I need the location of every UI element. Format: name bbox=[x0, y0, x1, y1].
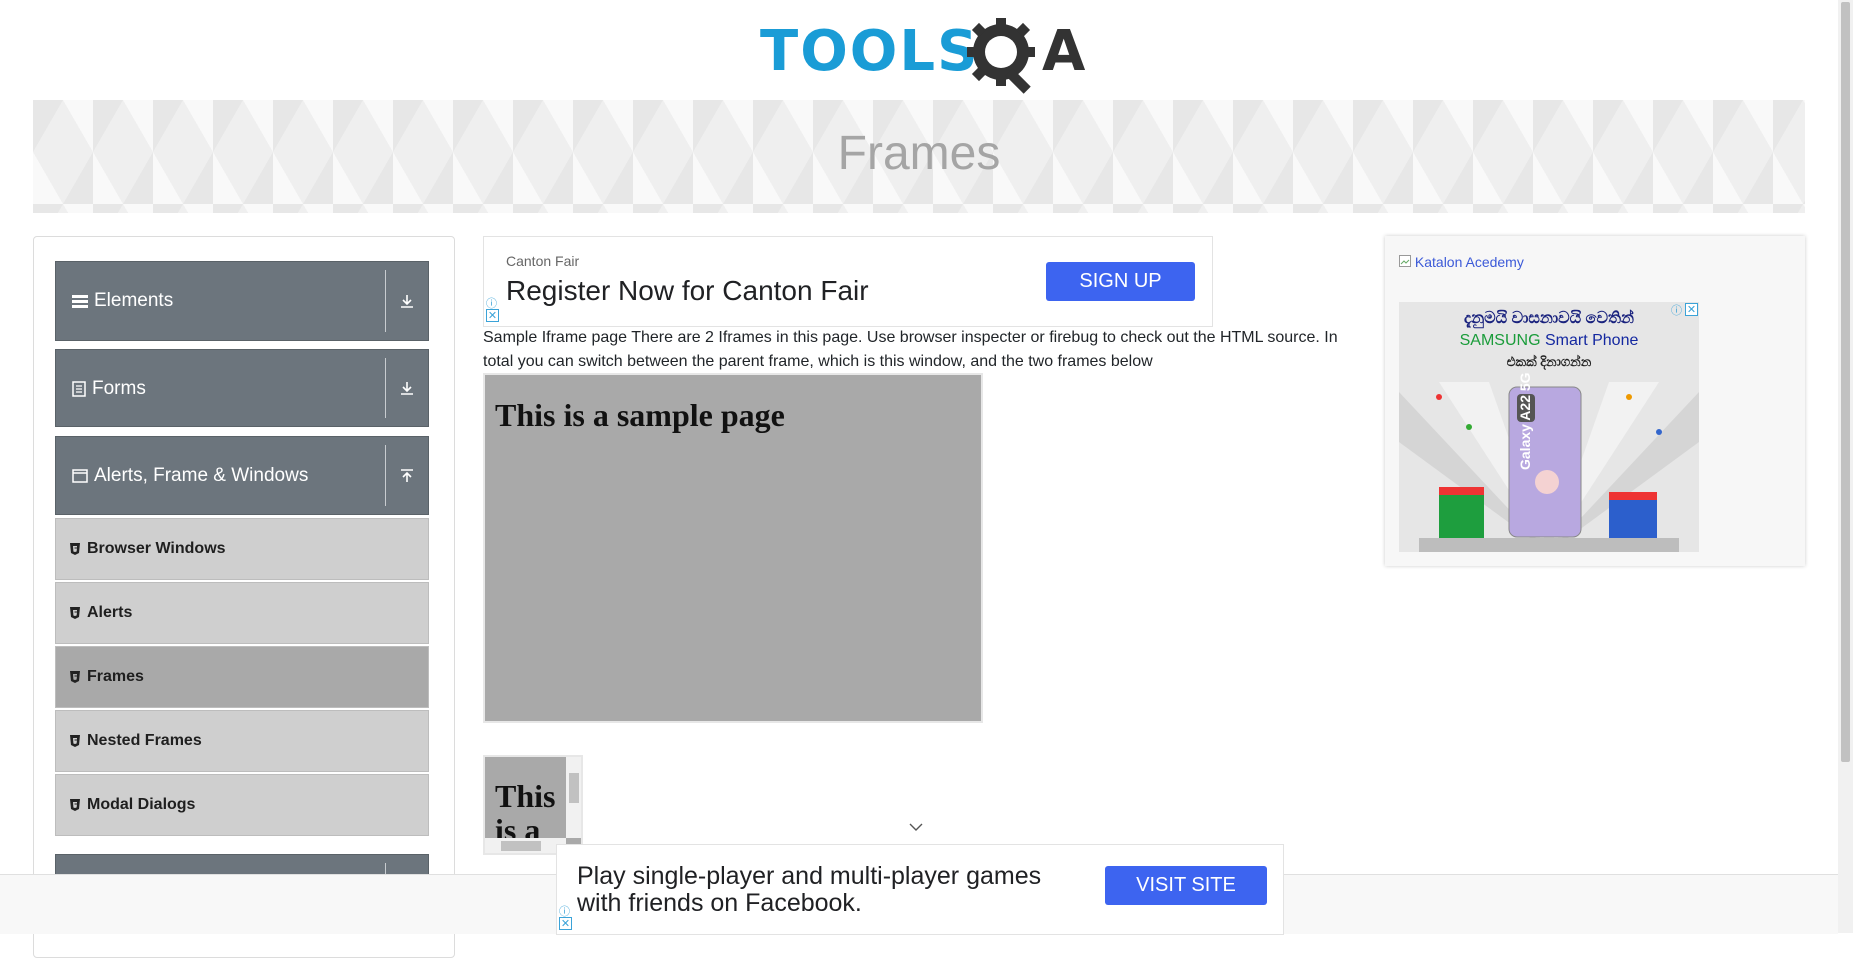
sidebar-group-forms[interactable]: Forms bbox=[55, 349, 429, 427]
group-label-text: Elements bbox=[94, 290, 174, 311]
sidebar-item-label: Frames bbox=[87, 668, 144, 685]
upload-icon[interactable] bbox=[386, 437, 428, 514]
html5-icon bbox=[70, 543, 80, 555]
iframe-small[interactable]: This is a bbox=[483, 755, 583, 855]
left-panel: Elements Forms Alerts, Frame & Windows B… bbox=[33, 236, 455, 958]
html5-icon bbox=[70, 735, 80, 747]
sidebar-item-nested-frames[interactable]: Nested Frames bbox=[55, 710, 429, 772]
logo-text: TOOLS bbox=[760, 19, 980, 84]
frames-description: Sample Iframe page There are 2 Iframes i… bbox=[483, 329, 1338, 370]
frame-heading: This is a bbox=[495, 778, 556, 848]
group-label: Forms bbox=[72, 350, 146, 428]
ad-visit-site-button[interactable]: VISIT SITE bbox=[1105, 866, 1267, 905]
group-label: Alerts, Frame & Windows bbox=[72, 437, 308, 515]
ad-headline[interactable]: Play single-player and multi-player game… bbox=[577, 863, 1077, 917]
vertical-scrollbar[interactable] bbox=[566, 757, 581, 838]
ad-banner-top[interactable]: Canton Fair Register Now for Canton Fair… bbox=[483, 236, 1213, 327]
download-icon[interactable] bbox=[386, 262, 428, 340]
sidebar-item-label: Nested Frames bbox=[87, 732, 202, 749]
scroll-thumb[interactable] bbox=[569, 773, 579, 803]
html5-icon bbox=[70, 607, 80, 619]
frame-heading: This is a sample page bbox=[495, 397, 785, 433]
scroll-thumb[interactable] bbox=[501, 841, 541, 851]
sidebar-item-label: Alerts bbox=[87, 604, 133, 621]
page-scrollbar[interactable] bbox=[1838, 0, 1853, 933]
chevron-down-icon[interactable] bbox=[908, 822, 924, 832]
broken-image-icon bbox=[1399, 255, 1411, 267]
sidebar-group-elements[interactable]: Elements bbox=[55, 261, 429, 341]
scroll-thumb[interactable] bbox=[1841, 2, 1850, 762]
samsung-ad-line1: දැනුමයි වාසනාවයි වෙතින් bbox=[1464, 310, 1634, 327]
group-label: Elements bbox=[72, 262, 173, 340]
sidebar-item-label: Browser Windows bbox=[87, 540, 226, 557]
page-banner: Frames bbox=[33, 100, 1805, 213]
page-title: Frames bbox=[837, 127, 1001, 180]
sidebar-group-alerts-frame-windows[interactable]: Alerts, Frame & Windows bbox=[55, 436, 429, 515]
samsung-ad-line2-rest: Smart Phone bbox=[1540, 332, 1639, 349]
katalon-ad-text: Katalon Acedemy bbox=[1414, 254, 1524, 270]
samsung-ad-line2: SAMSUNG Smart Phone bbox=[1399, 332, 1699, 350]
samsung-ad[interactable]: දැනුමයි වාසනාවයි වෙතින් SAMSUNG Smart Ph… bbox=[1399, 302, 1699, 552]
right-ad-panel: Katalon Acedemy දැනුමයි වාසනාවයි වෙතින් … bbox=[1385, 236, 1805, 566]
phone-label: Galaxy A22 5G bbox=[1517, 372, 1533, 470]
iframe-large[interactable]: This is a sample page bbox=[483, 373, 983, 723]
close-icon[interactable]: ✕ bbox=[486, 309, 499, 322]
ad-signup-button[interactable]: SIGN UP bbox=[1046, 262, 1195, 301]
document-icon bbox=[72, 381, 86, 397]
group-label-text: Alerts, Frame & Windows bbox=[94, 465, 309, 486]
gear-search-icon bbox=[967, 18, 1035, 94]
sidebar-item-frames[interactable]: Frames bbox=[55, 646, 429, 708]
ad-banner-bottom[interactable]: Play single-player and multi-player game… bbox=[556, 844, 1284, 935]
ad-advertiser: Canton Fair bbox=[506, 253, 580, 269]
hamburger-icon bbox=[72, 295, 88, 308]
sidebar-item-alerts[interactable]: Alerts bbox=[55, 582, 429, 644]
window-icon bbox=[72, 469, 88, 483]
html5-icon bbox=[70, 671, 80, 683]
sidebar-item-modal-dialogs[interactable]: Modal Dialogs bbox=[55, 774, 429, 836]
katalon-ad-link[interactable]: Katalon Acedemy bbox=[1399, 254, 1524, 270]
group-label-text: Forms bbox=[92, 378, 146, 399]
ad-headline[interactable]: Register Now for Canton Fair bbox=[506, 275, 869, 307]
download-icon[interactable] bbox=[386, 350, 428, 426]
logo-text-a: A bbox=[1042, 19, 1086, 84]
samsung-brand: SAMSUNG bbox=[1459, 332, 1541, 349]
close-icon[interactable]: ✕ bbox=[1685, 303, 1698, 316]
toolsqa-logo[interactable]: TOOLS A bbox=[760, 14, 1090, 94]
close-icon[interactable]: ✕ bbox=[559, 917, 572, 930]
samsung-ad-line3: එකක් දිනාගන්න bbox=[1506, 354, 1592, 369]
sidebar-item-browser-windows[interactable]: Browser Windows bbox=[55, 518, 429, 580]
sidebar-item-label: Modal Dialogs bbox=[87, 796, 196, 813]
adchoices-icon[interactable]: ⓘ bbox=[1671, 302, 1682, 318]
horizontal-scrollbar[interactable] bbox=[485, 838, 566, 853]
html5-icon bbox=[70, 799, 80, 811]
